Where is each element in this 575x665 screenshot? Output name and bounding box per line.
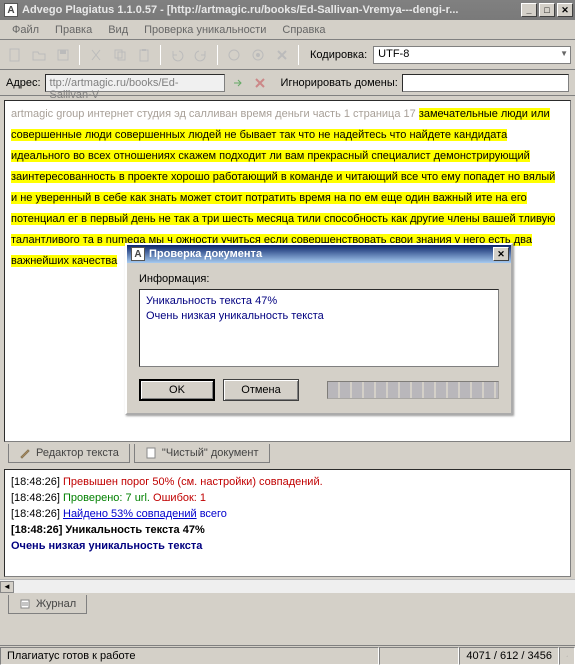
app-icon: A <box>4 3 18 17</box>
toolbar-separator <box>298 45 299 65</box>
minimize-button[interactable]: _ <box>521 3 537 17</box>
go-icon[interactable] <box>229 74 247 92</box>
close-button[interactable]: ✕ <box>557 3 573 17</box>
pencil-icon <box>19 447 31 459</box>
stop-icon[interactable] <box>271 44 293 66</box>
window-title: Advego Plagiatus 1.1.0.57 - [http://artm… <box>22 4 519 16</box>
tab-clean[interactable]: "Чистый" документ <box>134 444 270 463</box>
status-counts: 4071 / 612 / 3456 <box>459 647 559 665</box>
scroll-left-icon[interactable]: ◄ <box>0 581 14 593</box>
toolbar-separator <box>217 45 218 65</box>
dialog-info-line: Очень низкая уникальность текста <box>146 309 492 324</box>
maximize-button[interactable]: □ <box>539 3 555 17</box>
menu-file[interactable]: Файл <box>4 22 47 38</box>
encoding-value: UTF-8 <box>378 48 409 60</box>
address-input[interactable]: ttp://artmagic.ru/books/Ed-Sallivan-V <box>45 74 225 92</box>
status-text: Плагиатус готов к работе <box>0 647 379 665</box>
dialog-close-button[interactable]: ✕ <box>493 247 509 261</box>
tab-clean-label: "Чистый" документ <box>162 447 259 459</box>
tab-journal[interactable]: Журнал <box>8 595 87 614</box>
status-bar: Плагиатус готов к работе 4071 / 612 / 34… <box>0 645 575 665</box>
document-plain-text: artmagic group интернет студия эд саллив… <box>11 108 419 120</box>
encoding-label: Кодировка: <box>310 49 367 61</box>
log-panel[interactable]: [18:48:26] Превышен порог 50% (см. настр… <box>4 469 571 577</box>
toolbar-separator <box>79 45 80 65</box>
document-tabs: Редактор текста "Чистый" документ <box>0 444 575 463</box>
dialog-titlebar[interactable]: A Проверка документа ✕ <box>127 245 511 263</box>
resize-grip-icon[interactable] <box>559 647 575 665</box>
log-line: [18:48:26] Найдено 53% совпадений всего <box>11 506 564 522</box>
ignore-domains-input[interactable] <box>402 74 569 92</box>
undo-icon[interactable] <box>166 44 188 66</box>
cancel-nav-icon[interactable] <box>251 74 269 92</box>
ok-button[interactable]: OK <box>139 379 215 401</box>
encoding-select[interactable]: UTF-8 <box>373 46 571 64</box>
cut-icon[interactable] <box>85 44 107 66</box>
tab-editor[interactable]: Редактор текста <box>8 444 130 463</box>
menu-help[interactable]: Справка <box>274 22 333 38</box>
address-bar: Адрес: ttp://artmagic.ru/books/Ed-Salliv… <box>0 70 575 96</box>
dialog-info-line: Уникальность текста 47% <box>146 294 492 309</box>
document-icon <box>145 447 157 459</box>
matches-link[interactable]: Найдено 53% совпадений <box>63 508 197 520</box>
copy-icon[interactable] <box>109 44 131 66</box>
app-icon: A <box>131 247 145 261</box>
journal-icon <box>19 598 31 610</box>
save-icon[interactable] <box>52 44 74 66</box>
dialog-info-box[interactable]: Уникальность текста 47% Очень низкая уни… <box>139 289 499 367</box>
menu-edit[interactable]: Правка <box>47 22 100 38</box>
dialog-title: Проверка документа <box>149 248 493 260</box>
status-empty <box>379 647 459 665</box>
log-horizontal-scrollbar[interactable]: ◄ <box>0 579 575 593</box>
log-line: [18:48:26] Уникальность текста 47% <box>11 522 564 538</box>
new-doc-icon[interactable] <box>4 44 26 66</box>
menu-bar: Файл Правка Вид Проверка уникальности Сп… <box>0 20 575 40</box>
dialog-info-label: Информация: <box>139 273 499 285</box>
address-label: Адрес: <box>6 77 41 89</box>
window-titlebar: A Advego Plagiatus 1.1.0.57 - [http://ar… <box>0 0 575 20</box>
tab-editor-label: Редактор текста <box>36 447 119 459</box>
log-line: [18:48:26] Превышен порог 50% (см. настр… <box>11 474 564 490</box>
journal-tabs: Журнал <box>0 595 575 614</box>
run-check-icon[interactable] <box>223 44 245 66</box>
menu-check[interactable]: Проверка уникальности <box>136 22 274 38</box>
ignore-domains-label: Игнорировать домены: <box>281 77 398 89</box>
log-line: Очень низкая уникальность текста <box>11 538 564 554</box>
open-icon[interactable] <box>28 44 50 66</box>
check-document-dialog: A Проверка документа ✕ Информация: Уника… <box>125 243 513 415</box>
menu-view[interactable]: Вид <box>100 22 136 38</box>
toolbar-separator <box>160 45 161 65</box>
cancel-button[interactable]: Отмена <box>223 379 299 401</box>
progress-bar <box>327 381 499 399</box>
log-line: [18:48:26] Проверено: 7 url. Ошибок: 1 <box>11 490 564 506</box>
toolbar: Кодировка: UTF-8 <box>0 40 575 70</box>
paste-icon[interactable] <box>133 44 155 66</box>
tab-journal-label: Журнал <box>36 598 76 610</box>
redo-icon[interactable] <box>190 44 212 66</box>
run-check2-icon[interactable] <box>247 44 269 66</box>
